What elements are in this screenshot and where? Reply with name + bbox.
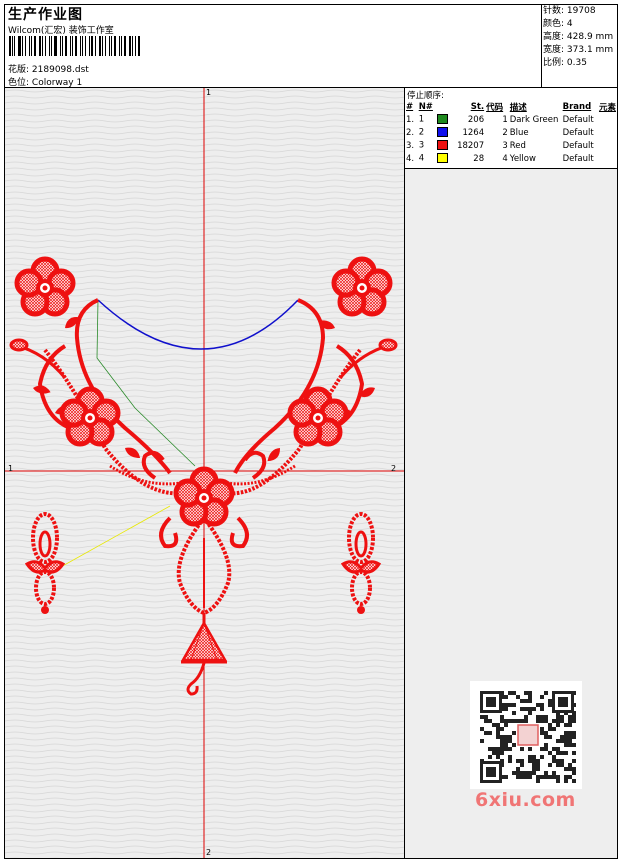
cell-n: 2	[418, 126, 449, 139]
cell-elem	[598, 139, 617, 152]
color-swatch	[436, 127, 448, 138]
table-row: 3. 3 18207 3 Red Default	[405, 139, 617, 152]
axis-label-left: 1	[8, 464, 14, 473]
design-file-value: 2189098.dst	[31, 65, 89, 75]
design-file-label: 花版:	[8, 65, 30, 75]
cell-code: 3	[502, 140, 508, 151]
cell-elem	[598, 152, 617, 165]
cell-desc: Yellow	[509, 153, 536, 164]
table-row: 4. 4 28 4 Yellow Default	[405, 152, 617, 165]
cell-brand: Default	[562, 153, 594, 164]
cell-desc: Red	[509, 140, 526, 151]
col-header-brand: Brand	[562, 101, 592, 112]
cell-st: 28	[473, 153, 485, 164]
cell-brand: Default	[562, 114, 594, 125]
cell-n: 3	[418, 139, 449, 152]
cell-num: 4.	[406, 153, 415, 164]
qr-code-watermark	[470, 681, 582, 789]
color-swatch	[436, 114, 448, 125]
col-header-index: #	[406, 101, 414, 112]
company-name: Wilcom(汇宏) 装饰工作室	[8, 26, 114, 36]
col-header-code: 代码	[486, 102, 504, 113]
color-swatch	[436, 153, 448, 164]
needle-number: 4	[418, 153, 425, 164]
cell-code: 1	[502, 114, 508, 125]
stat-height: 高度: 428.9 mm	[543, 32, 614, 42]
table-row: 2. 2 1264 2 Blue Default	[405, 126, 617, 139]
cell-num: 3.	[406, 140, 415, 151]
col-header-stitches: St.	[470, 101, 485, 112]
cell-st: 1264	[462, 127, 485, 138]
cell-num: 2.	[406, 127, 415, 138]
embroidery-preview	[5, 88, 404, 858]
cell-st: 206	[467, 114, 485, 125]
col-header-description: 描述	[509, 102, 527, 113]
stats-divider	[541, 5, 542, 88]
design-file-row: 花版: 2189098.dst	[8, 62, 89, 75]
color-swatch	[436, 140, 448, 151]
cell-desc: Blue	[509, 127, 529, 138]
stop-sequence-panel: 停止顺序: # N# St. 代码 描述 Brand 元素 1. 1 206 1 Da…	[405, 88, 617, 168]
sheet-title: 生产作业图	[8, 7, 83, 23]
col-header-needle: N#	[418, 101, 433, 112]
stat-stitches: 针数: 19708	[543, 6, 596, 16]
stat-colors: 颜色: 4	[543, 19, 573, 29]
col-header-element: 元素	[598, 102, 616, 113]
stat-scale: 比例: 0.35	[543, 58, 587, 68]
barcode	[9, 36, 141, 56]
cell-elem	[598, 126, 617, 139]
design-stats: 针数: 19708 颜色: 4 高度: 428.9 mm 宽度: 373.1 m…	[543, 5, 617, 70]
cell-n: 1	[418, 113, 449, 126]
axis-label-right: 2	[391, 464, 397, 473]
stop-sequence-table: # N# St. 代码 描述 Brand 元素 1. 1 206 1 Dark Gre…	[405, 100, 617, 165]
stat-width: 宽度: 373.1 mm	[543, 45, 614, 55]
cell-n: 4	[418, 152, 449, 165]
axis-label-bottom: 2	[206, 848, 212, 857]
table-header-row: # N# St. 代码 描述 Brand 元素	[405, 100, 617, 113]
needle-number: 2	[418, 127, 425, 138]
cell-code: 2	[502, 127, 508, 138]
watermark-text: 6xiu.com	[475, 789, 576, 811]
cell-desc: Dark Green	[509, 114, 559, 125]
axis-label-top: 1	[206, 88, 212, 97]
design-canvas	[5, 88, 404, 858]
table-row: 1. 1 206 1 Dark Green Default	[405, 113, 617, 126]
needle-number: 3	[418, 140, 425, 151]
cell-brand: Default	[562, 127, 594, 138]
cell-num: 1.	[406, 114, 415, 125]
cell-brand: Default	[562, 140, 594, 151]
needle-number: 1	[418, 114, 425, 125]
cell-elem	[598, 113, 617, 126]
cell-code: 4	[502, 153, 508, 164]
cell-st: 18207	[457, 140, 485, 151]
